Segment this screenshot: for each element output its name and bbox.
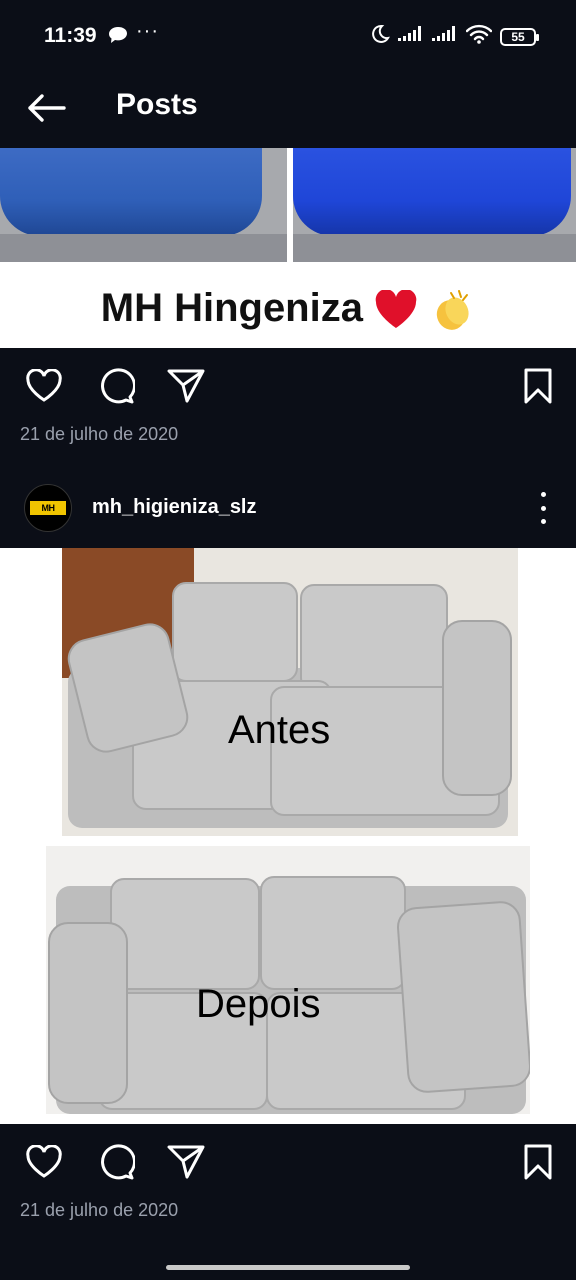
more-dot (540, 519, 546, 524)
home-indicator[interactable] (166, 1265, 410, 1270)
post-image-caption: MH Hingeniza (0, 286, 576, 333)
chair-photo-after (293, 148, 576, 262)
overflow-dots: ··· (136, 20, 159, 42)
status-bar: 11:39 ··· 55 (0, 0, 576, 72)
username[interactable]: mh_higieniza_slz (92, 496, 257, 519)
red-heart-icon (374, 286, 429, 330)
post-image[interactable]: Antes Depois (0, 548, 576, 1124)
chat-bubble-icon (108, 26, 128, 49)
avatar-logo: MH (30, 501, 66, 515)
avatar[interactable]: MH (24, 484, 72, 532)
post-actions (0, 350, 576, 420)
clapping-hands-icon (429, 287, 475, 333)
more-dot (540, 505, 546, 511)
after-label: Depois (196, 982, 321, 1026)
comment-icon[interactable] (96, 366, 136, 406)
before-label: Antes (228, 708, 331, 752)
caption-text: MH Hingeniza (100, 286, 363, 330)
share-icon[interactable] (166, 366, 206, 406)
signal-icon (432, 25, 458, 48)
bookmark-icon[interactable] (518, 1142, 558, 1182)
battery-icon: 55 (500, 27, 539, 46)
bookmark-icon[interactable] (518, 366, 558, 406)
post-date: 21 de julho de 2020 (20, 1200, 179, 1220)
more-options-button[interactable] (534, 492, 552, 524)
heart-icon[interactable] (24, 366, 64, 406)
post-actions (0, 1126, 576, 1196)
app-header: Posts (0, 72, 576, 148)
page-title: Posts (116, 88, 198, 121)
signal-icon (398, 25, 424, 48)
heart-icon[interactable] (24, 1142, 64, 1182)
post-date: 21 de julho de 2020 (20, 424, 179, 444)
back-button[interactable] (22, 88, 70, 128)
comment-icon[interactable] (96, 1142, 136, 1182)
post-author-row: MH mh_higieniza_slz (0, 478, 576, 548)
arrow-left-icon (28, 94, 66, 122)
post-image[interactable]: MH Hingeniza (0, 148, 576, 348)
share-icon[interactable] (166, 1142, 206, 1182)
chair-photo-before (0, 148, 287, 262)
moon-icon (370, 24, 390, 49)
status-time: 11:39 (44, 24, 97, 47)
battery-level: 55 (511, 29, 525, 44)
more-dot (540, 492, 546, 497)
sofa-photo-before: Antes (62, 548, 518, 836)
wifi-icon (465, 24, 493, 49)
sofa-photo-after: Depois (46, 846, 530, 1114)
